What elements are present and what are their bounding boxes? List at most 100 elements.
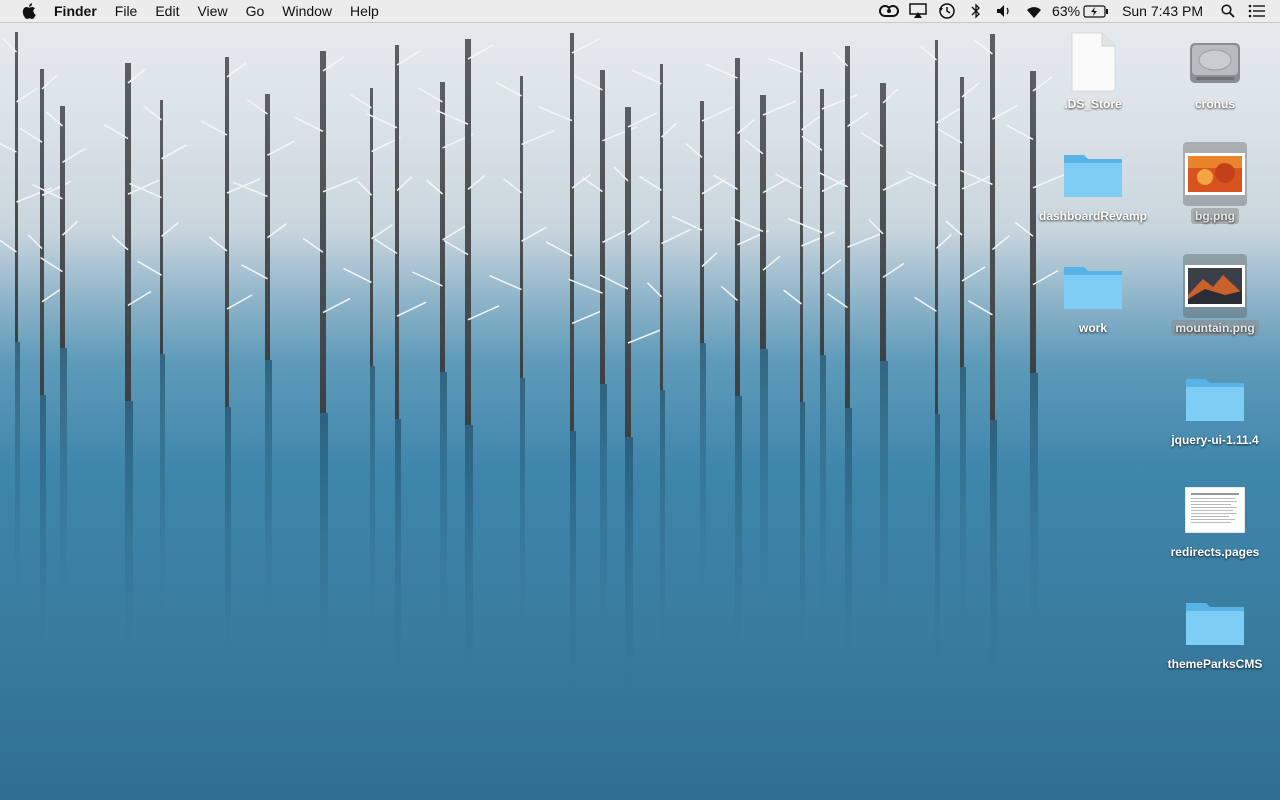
desktop-item-label: work: [1078, 321, 1107, 335]
clock[interactable]: Sun 7:43 PM: [1122, 0, 1203, 22]
menu-edit[interactable]: Edit: [155, 0, 179, 22]
snowy-branch: [41, 287, 64, 303]
tree-reflection: [660, 390, 665, 650]
snowy-branch: [467, 305, 500, 321]
snowy-branch: [545, 241, 573, 257]
snowy-branch: [936, 108, 960, 124]
snowy-branch: [41, 180, 72, 197]
airplay-icon[interactable]: [907, 0, 929, 22]
battery-charging-icon[interactable]: [1083, 0, 1109, 22]
menu-bar: Finder File Edit View Go Window Help 63%…: [0, 0, 1280, 23]
snowy-branch: [713, 174, 738, 190]
snowy-branch: [935, 233, 953, 249]
menu-help[interactable]: Help: [350, 0, 379, 22]
snowy-branch: [343, 267, 372, 284]
snowy-branch: [961, 266, 986, 282]
battery-percent[interactable]: 63%: [1052, 0, 1080, 22]
snowy-branch: [62, 147, 86, 164]
snowy-branch: [701, 179, 726, 195]
snowy-branch: [801, 115, 821, 131]
tree-reflection: [735, 396, 742, 656]
tree-trunk: [125, 63, 131, 401]
tree-reflection: [265, 360, 272, 620]
tree-reflection: [625, 437, 633, 697]
snowy-branch: [646, 282, 663, 298]
folder-icon: [1183, 366, 1247, 430]
menu-view[interactable]: View: [197, 0, 227, 22]
tree-reflection: [1030, 373, 1038, 633]
snowy-branch: [200, 120, 228, 136]
tree-reflection: [60, 348, 67, 608]
snowy-branch: [821, 259, 842, 275]
desktop-item-mountain-png[interactable]: mountain.png: [1160, 254, 1270, 336]
desktop-item-cronus[interactable]: cronus: [1160, 30, 1270, 112]
desktop-item-redirects-pages[interactable]: redirects.pages: [1160, 478, 1270, 560]
tree-reflection: [160, 354, 165, 614]
menu-file[interactable]: File: [115, 0, 138, 22]
desktop-item-jquery-ui[interactable]: jquery-ui-1.11.4: [1160, 366, 1270, 448]
desktop-item-label: jquery-ui-1.11.4: [1171, 433, 1259, 447]
desktop-item-themeparkscms[interactable]: themeParksCMS: [1160, 590, 1270, 672]
snowy-branch: [19, 127, 43, 143]
tree-trunk: [520, 76, 523, 378]
snowy-branch: [356, 180, 373, 196]
folder-icon: [1061, 254, 1125, 318]
tree-trunk: [935, 40, 938, 414]
tree-reflection: [520, 378, 525, 638]
snowy-branch: [521, 226, 547, 242]
tree-trunk: [625, 107, 631, 437]
snowy-branch: [992, 104, 1018, 120]
snowy-branch: [495, 81, 522, 97]
snowy-branch: [914, 296, 937, 312]
desktop-item-dashboardrevamp[interactable]: dashboardRevamp: [1038, 142, 1148, 224]
tree-reflection: [370, 366, 375, 626]
tree-reflection: [570, 431, 576, 691]
tree-reflection: [40, 395, 46, 655]
menu-go[interactable]: Go: [246, 0, 265, 22]
wifi-icon[interactable]: [1023, 0, 1045, 22]
creative-cloud-icon[interactable]: [878, 0, 900, 22]
desktop-item-work[interactable]: work: [1038, 254, 1148, 336]
tree-trunk: [15, 32, 18, 342]
image-thumbnail-icon: [1183, 254, 1247, 318]
snowy-branch: [762, 100, 797, 116]
time-machine-icon[interactable]: [936, 0, 958, 22]
spotlight-search-icon[interactable]: [1217, 0, 1239, 22]
menu-finder[interactable]: Finder: [54, 0, 97, 22]
snowy-branch: [602, 126, 638, 142]
tree-trunk: [370, 88, 373, 366]
snowy-branch: [161, 221, 179, 237]
menu-window[interactable]: Window: [282, 0, 332, 22]
notification-center-icon[interactable]: [1246, 0, 1268, 22]
tree-trunk: [660, 64, 663, 390]
snowy-branch: [521, 129, 555, 146]
snowy-branch: [143, 105, 162, 121]
hard-drive-icon: [1183, 30, 1247, 94]
snowy-branch: [16, 87, 38, 103]
tree-trunk: [440, 82, 445, 372]
tree-reflection: [320, 413, 328, 673]
tree-trunk: [760, 95, 766, 349]
snowy-branch: [442, 225, 466, 241]
desktop-item-label: cronus: [1194, 97, 1235, 111]
desktop-item-ds-store[interactable]: .DS_Store: [1038, 30, 1148, 112]
volume-icon[interactable]: [994, 0, 1016, 22]
apple-menu-icon[interactable]: [20, 0, 38, 22]
snowy-branch: [775, 173, 802, 189]
snowy-branch: [627, 220, 650, 236]
snowy-branch: [571, 38, 600, 54]
document-icon: [1061, 30, 1125, 94]
snowy-branch: [847, 232, 883, 248]
bluetooth-icon[interactable]: [965, 0, 987, 22]
snowy-branch: [847, 111, 869, 128]
snowy-branch: [443, 239, 469, 256]
snowy-branch: [1006, 124, 1034, 141]
snowy-branch: [961, 82, 980, 98]
snowy-branch: [685, 142, 703, 158]
snowy-branch: [992, 235, 1010, 251]
snowy-branch: [0, 239, 17, 253]
tree-reflection: [820, 355, 826, 615]
snowy-branch: [247, 99, 268, 115]
desktop-item-bg-png[interactable]: bg.png: [1160, 142, 1270, 224]
snowy-branch: [801, 135, 823, 151]
